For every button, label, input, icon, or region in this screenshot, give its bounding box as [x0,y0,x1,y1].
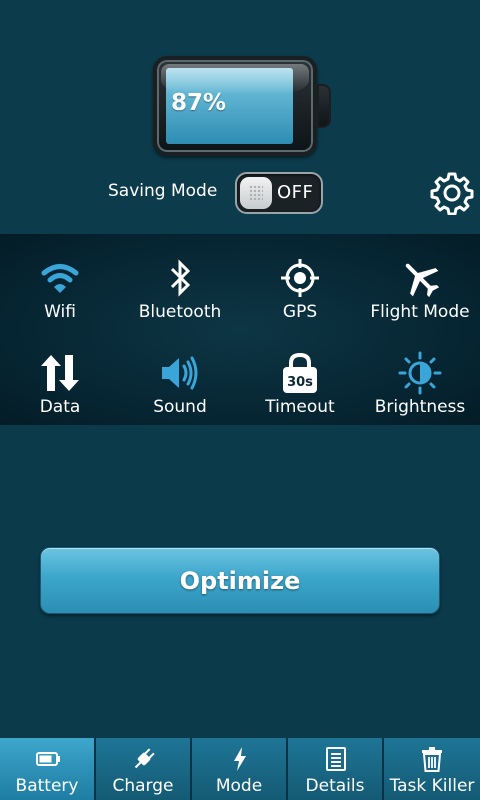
battery-percent-text: 87% [171,90,227,116]
timeout-lock-icon: 30s [283,352,317,393]
nav-label: Details [305,776,365,796]
nav-label: Mode [215,776,263,796]
battery-indicator: 87% [153,56,317,156]
plug-icon [134,748,155,769]
toggle-gps[interactable]: GPS [240,242,360,332]
toggle-label: Wifi [44,302,76,322]
battery-cap [317,84,331,128]
nav-tab-task-killer[interactable]: Task Killer [384,738,480,800]
lightning-icon [234,747,246,771]
nav-tab-mode[interactable]: Mode [192,738,288,800]
data-arrows-icon [41,355,79,391]
toggle-label: Sound [153,397,207,417]
nav-tab-battery[interactable]: Battery [0,738,96,800]
nav-label: Charge [112,776,174,796]
nav-label: Task Killer [389,776,475,796]
nav-tab-details[interactable]: Details [288,738,384,800]
timeout-badge: 30s [287,375,313,390]
toggle-data[interactable]: Data [0,337,120,427]
document-icon [326,747,346,771]
optimize-button[interactable]: Optimize [40,547,440,614]
battery-header: 87% Saving Mode OFF [0,0,480,234]
toggle-wifi[interactable]: Wifi [0,242,120,332]
optimize-label: Optimize [179,567,301,595]
toggle-sound[interactable]: Sound [120,337,240,427]
trash-icon [422,747,442,772]
battery-icon [36,752,60,766]
speaker-icon [162,356,198,390]
quick-toggles-panel: Wifi Bluetooth GPS Flight Mode Data Soun… [0,234,480,425]
toggle-knob [240,177,272,209]
saving-mode-state: OFF [277,182,314,203]
toggle-label: Data [39,397,81,417]
toggle-label: Flight Mode [370,302,470,322]
gear-icon[interactable] [430,171,474,215]
bluetooth-icon [170,259,191,297]
toggle-timeout[interactable]: 30s Timeout [240,337,360,427]
gps-icon [281,259,319,297]
toggle-label: Bluetooth [138,302,222,322]
nav-tab-charge[interactable]: Charge [96,738,192,800]
saving-mode-label: Saving Mode [108,181,218,201]
nav-label: Battery [15,776,79,796]
toggle-label: Brightness [374,397,466,417]
toggle-label: GPS [282,302,318,322]
wifi-icon [41,264,79,293]
brightness-icon [398,351,442,395]
saving-mode-toggle[interactable]: OFF [235,172,323,214]
toggle-brightness[interactable]: Brightness [360,337,480,427]
bottom-nav: Battery Charge Mode Details Task Killer [0,738,480,800]
airplane-icon [405,263,440,298]
toggle-label: Timeout [265,397,335,417]
toggle-bluetooth[interactable]: Bluetooth [120,242,240,332]
toggle-flight-mode[interactable]: Flight Mode [360,242,480,332]
